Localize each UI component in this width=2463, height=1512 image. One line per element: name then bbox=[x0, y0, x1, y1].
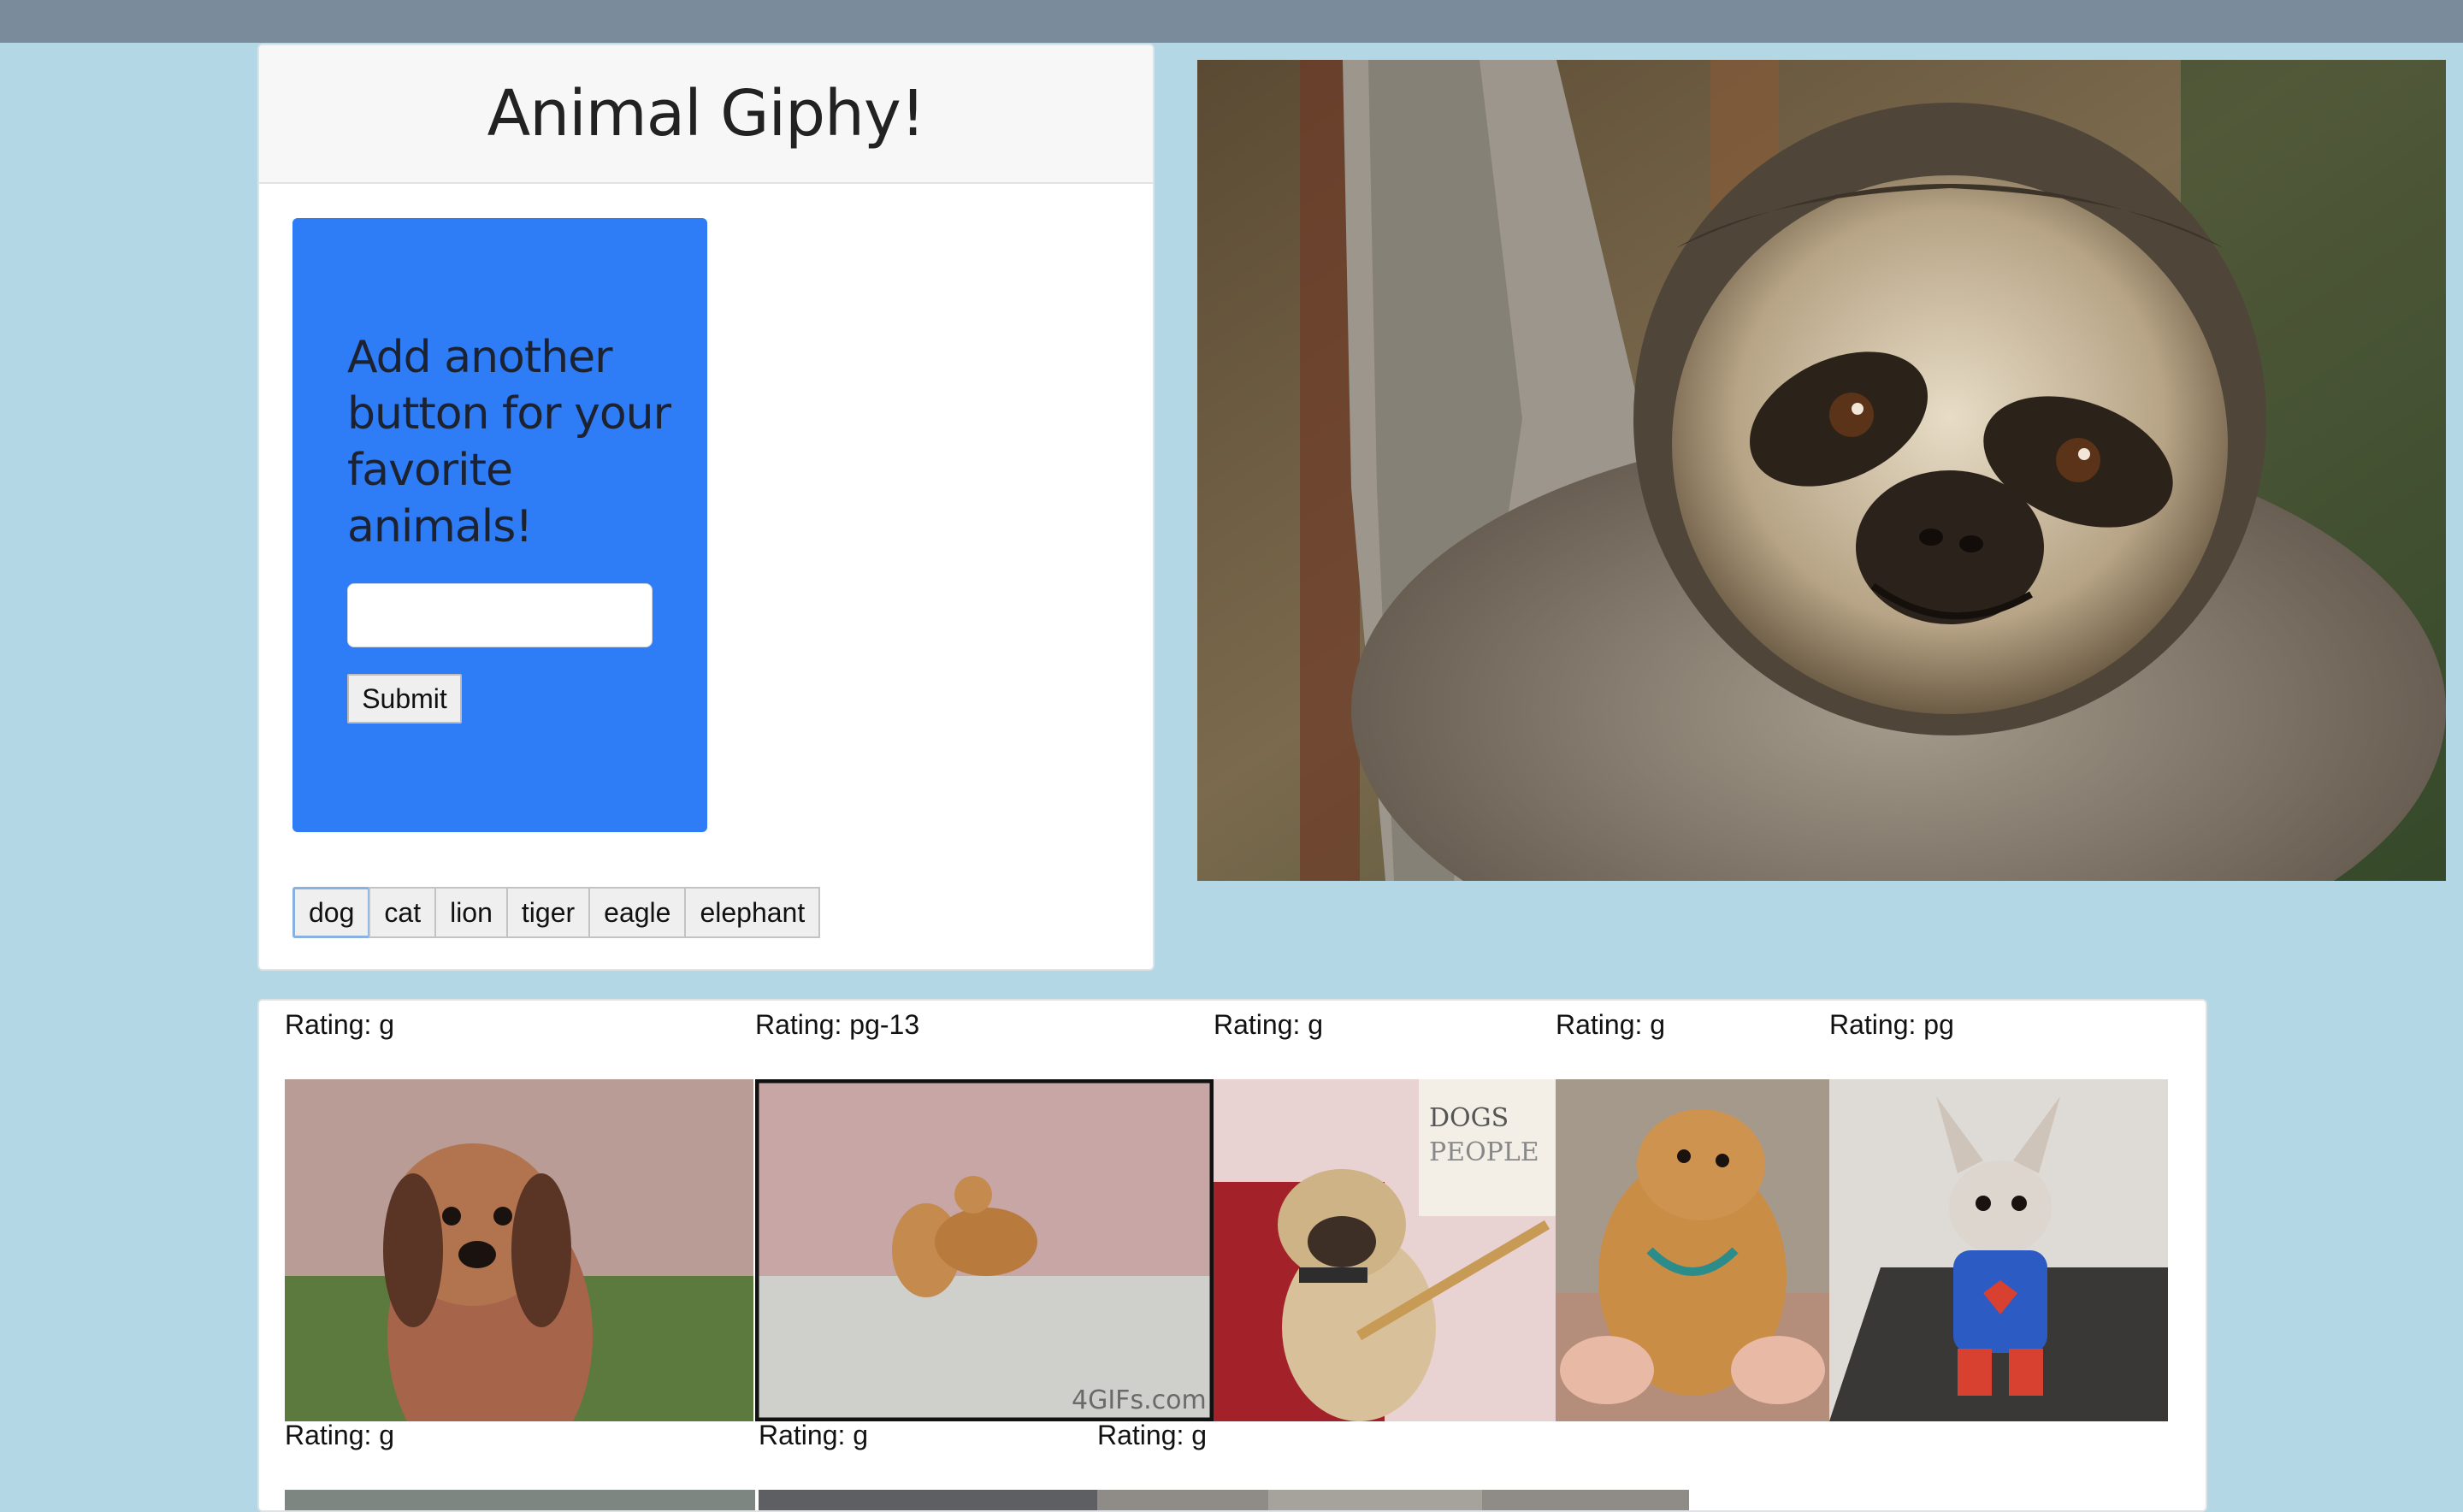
gif-image[interactable]: DOGS PEOPLE bbox=[1214, 1079, 1556, 1421]
gif-image[interactable] bbox=[285, 1079, 753, 1421]
gif-image[interactable] bbox=[285, 1490, 755, 1512]
animal-button-tiger[interactable]: tiger bbox=[505, 887, 591, 938]
gif-image[interactable] bbox=[1556, 1079, 1829, 1421]
add-animal-prompt: Add another button for your favorite ani… bbox=[347, 332, 671, 552]
animal-input[interactable] bbox=[347, 583, 653, 647]
animal-button-eagle[interactable]: eagle bbox=[588, 887, 687, 938]
gif-rating: Rating: g bbox=[1556, 1009, 1666, 1040]
gif-rating: Rating: g bbox=[759, 1420, 869, 1450]
page-title: Animal Giphy! bbox=[487, 77, 926, 151]
animal-button-dog[interactable]: dog bbox=[292, 887, 371, 938]
gif-rating: Rating: g bbox=[1097, 1420, 1208, 1450]
gif-image[interactable] bbox=[1829, 1079, 2168, 1421]
gif-watermark: 4GIFs.com bbox=[1072, 1385, 1207, 1415]
animal-button-list: dog cat lion tiger eagle elephant bbox=[292, 887, 821, 938]
gif-rating: Rating: g bbox=[285, 1420, 395, 1450]
top-bar bbox=[0, 0, 2463, 43]
card-header: Animal Giphy! bbox=[259, 45, 1153, 184]
submit-button[interactable]: Submit bbox=[347, 674, 462, 724]
gif-image[interactable] bbox=[759, 1490, 1097, 1512]
gif-image[interactable]: 4GIFs.com bbox=[755, 1079, 1214, 1421]
add-animal-panel: Add another button for your favorite ani… bbox=[292, 218, 707, 832]
gif-rating: Rating: g bbox=[1214, 1009, 1324, 1040]
sloth-image bbox=[1197, 60, 2446, 881]
sloth-illustration bbox=[1197, 60, 2446, 881]
gif-rating: Rating: pg bbox=[1829, 1009, 1954, 1040]
animal-button-elephant[interactable]: elephant bbox=[684, 887, 821, 938]
gif-rating: Rating: pg-13 bbox=[755, 1009, 920, 1040]
gif-image[interactable] bbox=[1097, 1490, 1689, 1512]
gif-results: Rating: g Rating: pg-13 4GIFs.com Rating bbox=[257, 999, 2207, 1512]
svg-text:PEOPLE: PEOPLE bbox=[1429, 1137, 1539, 1167]
main-card: Animal Giphy! Add another button for you… bbox=[257, 44, 1155, 971]
animal-button-cat[interactable]: cat bbox=[369, 887, 437, 938]
animal-button-lion[interactable]: lion bbox=[434, 887, 508, 938]
gif-rating: Rating: g bbox=[285, 1009, 395, 1040]
svg-text:DOGS: DOGS bbox=[1429, 1103, 1509, 1133]
